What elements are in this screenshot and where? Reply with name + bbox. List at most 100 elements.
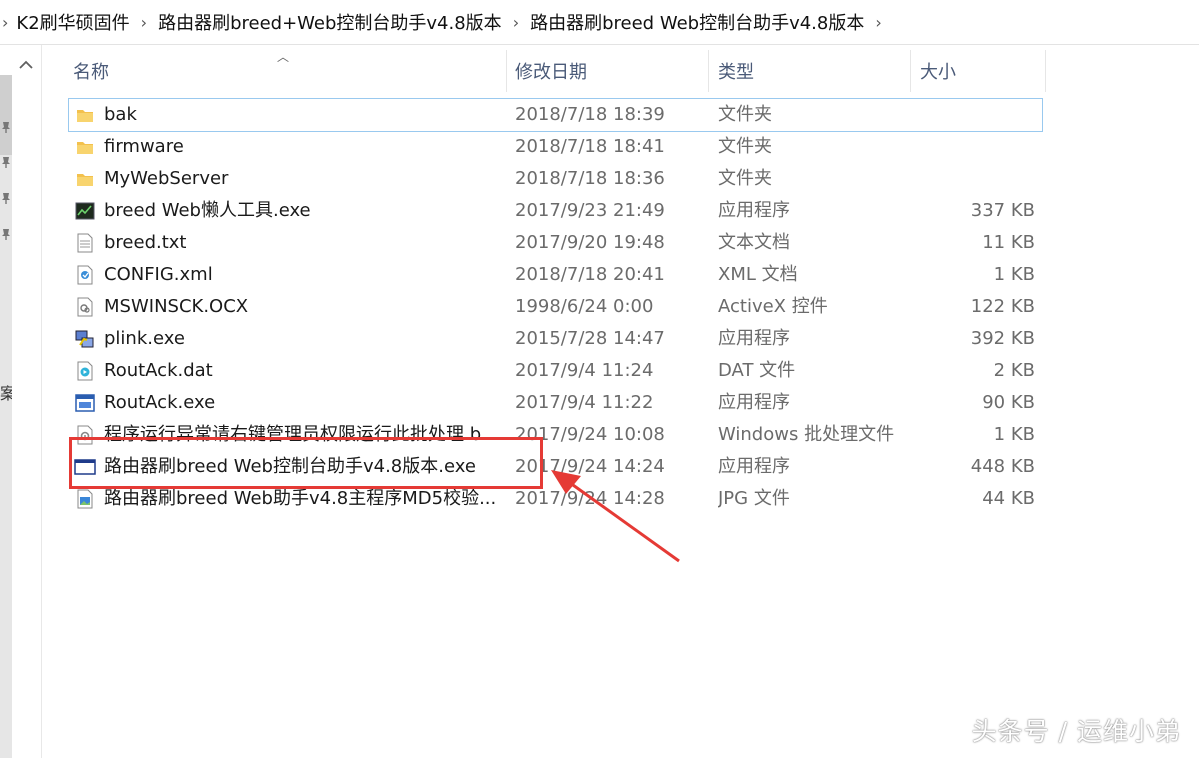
pin-icon[interactable] bbox=[0, 155, 12, 169]
window-app-icon bbox=[74, 451, 96, 483]
folder-icon bbox=[74, 131, 96, 163]
column-header-label: 大小 bbox=[920, 62, 956, 83]
breadcrumb-chevron-icon[interactable]: › bbox=[502, 13, 530, 32]
file-row[interactable]: CONFIG.xml 2018/7/18 20:41 XML 文档 1 KB bbox=[69, 259, 1042, 291]
image-file-icon bbox=[74, 483, 96, 515]
file-date: 2018/7/18 20:41 bbox=[515, 264, 665, 285]
text-file-icon bbox=[74, 227, 96, 259]
file-row[interactable]: 路由器刷breed Web助手v4.8主程序MD5校验... 2017/9/24… bbox=[69, 483, 1042, 515]
xml-file-icon bbox=[74, 259, 96, 291]
nav-partial-label[interactable]: 案 bbox=[0, 380, 12, 404]
navigation-pane: 案 bbox=[0, 45, 42, 758]
file-size bbox=[912, 99, 1035, 131]
file-type: XML 文档 bbox=[718, 264, 798, 285]
column-divider[interactable] bbox=[910, 50, 911, 92]
file-row[interactable]: firmware 2018/7/18 18:41 文件夹 bbox=[69, 131, 1042, 163]
scroll-up-icon[interactable] bbox=[16, 55, 36, 75]
file-date: 2017/9/24 14:28 bbox=[515, 488, 665, 509]
column-header-date[interactable]: 修改日期 bbox=[515, 45, 705, 97]
file-date: 1998/6/24 0:00 bbox=[515, 296, 654, 317]
breadcrumb-item-2[interactable]: 路由器刷breed+Web控制台助手v4.8版本 bbox=[158, 9, 502, 35]
file-type: 应用程序 bbox=[718, 200, 790, 221]
file-name: CONFIG.xml bbox=[104, 264, 213, 285]
file-type: 应用程序 bbox=[718, 328, 790, 349]
file-name: plink.exe bbox=[104, 328, 185, 349]
column-header-type[interactable]: 类型 bbox=[718, 45, 908, 97]
batch-file-icon bbox=[74, 419, 96, 451]
folder-icon bbox=[74, 163, 96, 195]
file-row[interactable]: 路由器刷breed Web控制台助手v4.8版本.exe 2017/9/24 1… bbox=[69, 451, 1042, 483]
file-size: 448 KB bbox=[970, 456, 1035, 477]
breadcrumb-chevron-icon[interactable]: › bbox=[0, 13, 16, 32]
file-size: 44 KB bbox=[982, 488, 1035, 509]
terminal-app-icon bbox=[74, 195, 96, 227]
breadcrumb-chevron-icon[interactable]: › bbox=[864, 13, 892, 32]
file-size: 122 KB bbox=[970, 296, 1035, 317]
file-row[interactable]: MyWebServer 2018/7/18 18:36 文件夹 bbox=[69, 163, 1042, 195]
file-size: 1 KB bbox=[993, 424, 1035, 445]
file-name: MSWINSCK.OCX bbox=[104, 296, 249, 317]
plink-app-icon bbox=[74, 323, 96, 355]
file-name: breed.txt bbox=[104, 232, 187, 253]
file-name: MyWebServer bbox=[104, 168, 229, 189]
pin-icon[interactable] bbox=[0, 227, 12, 241]
file-list: bak 2018/7/18 18:39 文件夹 firmware 2018/7/… bbox=[68, 98, 1043, 515]
file-row[interactable]: breed Web懒人工具.exe 2017/9/23 21:49 应用程序 3… bbox=[69, 195, 1042, 227]
window-app-icon bbox=[74, 387, 96, 419]
file-row[interactable]: 程序运行异常请右键管理员权限运行此批处理.b... 2017/9/24 10:0… bbox=[69, 419, 1042, 451]
watermark-text: 头条号 / 运维小弟 bbox=[971, 717, 1181, 746]
column-header-name[interactable]: 名称 bbox=[73, 45, 503, 97]
file-date: 2018/7/18 18:41 bbox=[515, 136, 665, 157]
nav-scrollbar-track[interactable] bbox=[0, 75, 12, 758]
file-type: 应用程序 bbox=[718, 392, 790, 413]
file-date: 2018/7/18 18:39 bbox=[515, 104, 665, 125]
column-divider[interactable] bbox=[708, 50, 709, 92]
file-type: 文本文档 bbox=[718, 232, 790, 253]
file-size: 1 KB bbox=[993, 264, 1035, 285]
file-size bbox=[912, 163, 1035, 195]
file-date: 2017/9/4 11:24 bbox=[515, 360, 654, 381]
file-size bbox=[912, 131, 1035, 163]
file-date: 2017/9/4 11:22 bbox=[515, 392, 654, 413]
file-row[interactable]: RoutAck.dat 2017/9/4 11:24 DAT 文件 2 KB bbox=[69, 355, 1042, 387]
file-date: 2017/9/24 10:08 bbox=[515, 424, 665, 445]
breadcrumb-chevron-icon[interactable]: › bbox=[130, 13, 158, 32]
column-header-label: 类型 bbox=[718, 62, 754, 83]
file-type: 文件夹 bbox=[718, 136, 772, 157]
pin-icon[interactable] bbox=[0, 191, 12, 205]
file-row[interactable]: RoutAck.exe 2017/9/4 11:22 应用程序 90 KB bbox=[69, 387, 1042, 419]
file-size: 11 KB bbox=[982, 232, 1035, 253]
column-divider[interactable] bbox=[1045, 50, 1046, 92]
file-size: 337 KB bbox=[970, 200, 1035, 221]
file-name: 路由器刷breed Web控制台助手v4.8版本.exe bbox=[104, 456, 476, 477]
file-size: 2 KB bbox=[993, 360, 1035, 381]
file-date: 2018/7/18 18:36 bbox=[515, 168, 665, 189]
pin-icon[interactable] bbox=[0, 120, 12, 134]
breadcrumb-item-1[interactable]: K2刷华硕固件 bbox=[16, 9, 129, 35]
column-header-label: 修改日期 bbox=[515, 62, 587, 83]
nav-scrollbar-thumb[interactable] bbox=[0, 75, 12, 155]
breadcrumb-item-3[interactable]: 路由器刷breed Web控制台助手v4.8版本 bbox=[530, 9, 864, 35]
media-file-icon bbox=[74, 355, 96, 387]
file-size: 90 KB bbox=[982, 392, 1035, 413]
file-name: RoutAck.dat bbox=[104, 360, 213, 381]
column-header-label: 名称 bbox=[73, 62, 109, 83]
file-type: DAT 文件 bbox=[718, 360, 796, 381]
activex-file-icon bbox=[74, 291, 96, 323]
file-row[interactable]: bak 2018/7/18 18:39 文件夹 bbox=[68, 98, 1043, 132]
column-header-size[interactable]: 大小 bbox=[920, 45, 1040, 97]
file-type: 应用程序 bbox=[718, 456, 790, 477]
file-type: ActiveX 控件 bbox=[718, 296, 828, 317]
file-name: 程序运行异常请右键管理员权限运行此批处理.b... bbox=[104, 424, 499, 445]
file-date: 2017/9/20 19:48 bbox=[515, 232, 665, 253]
file-name: RoutAck.exe bbox=[104, 392, 216, 413]
file-date: 2017/9/23 21:49 bbox=[515, 200, 665, 221]
file-size: 392 KB bbox=[970, 328, 1035, 349]
file-type: JPG 文件 bbox=[718, 488, 790, 509]
folder-icon bbox=[74, 99, 96, 131]
file-row[interactable]: MSWINSCK.OCX 1998/6/24 0:00 ActiveX 控件 1… bbox=[69, 291, 1042, 323]
column-divider[interactable] bbox=[506, 50, 507, 92]
file-row[interactable]: plink.exe 2015/7/28 14:47 应用程序 392 KB bbox=[69, 323, 1042, 355]
file-date: 2017/9/24 14:24 bbox=[515, 456, 665, 477]
file-row[interactable]: breed.txt 2017/9/20 19:48 文本文档 11 KB bbox=[69, 227, 1042, 259]
